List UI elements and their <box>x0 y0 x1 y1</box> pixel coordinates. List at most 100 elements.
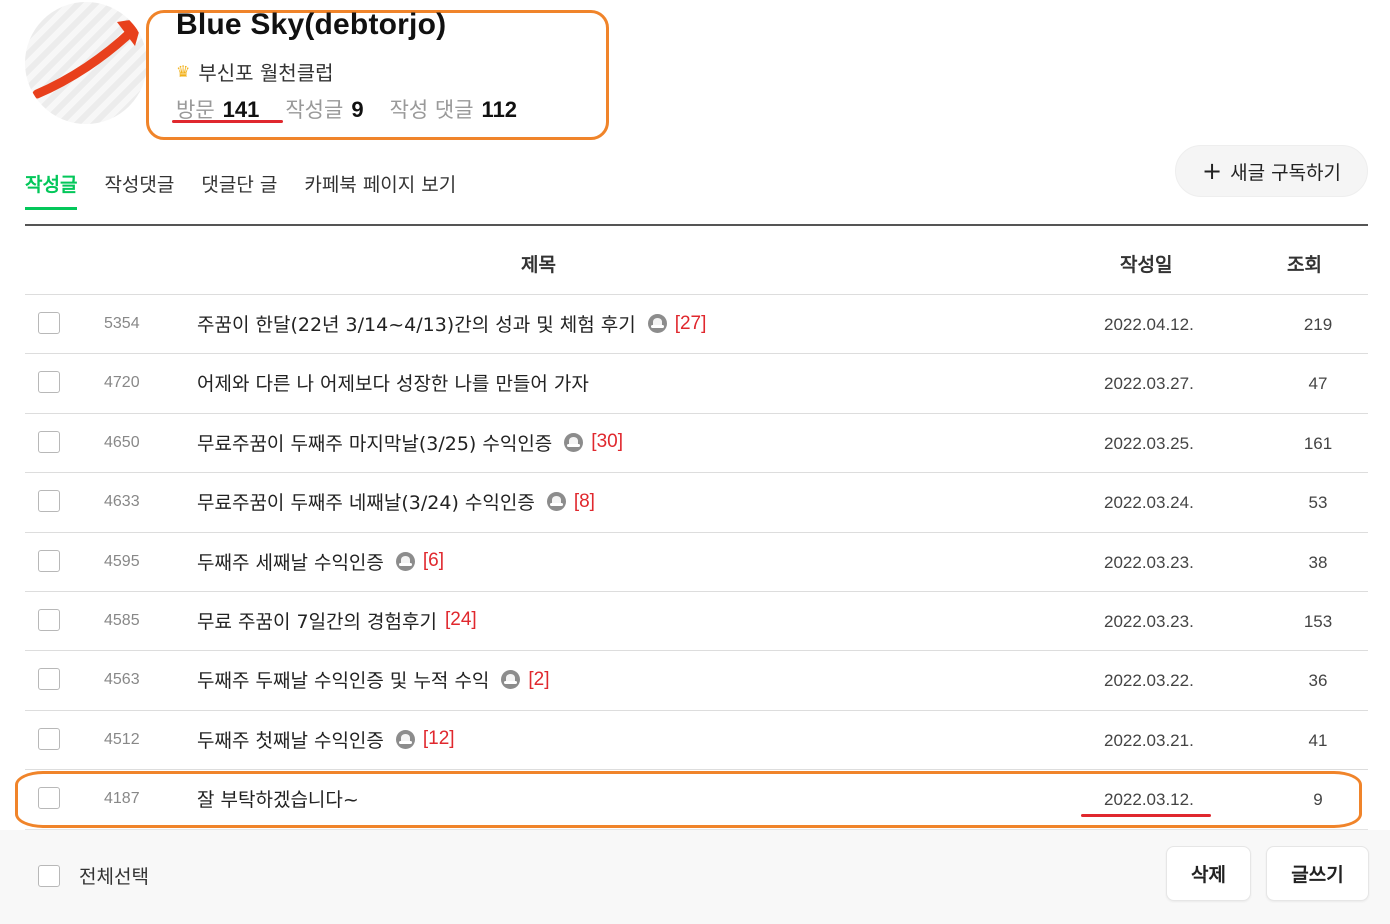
post-title: 무료주꿈이 두째주 네째날(3/24) 수익인증 <box>197 492 535 515</box>
subscribe-button[interactable]: + 새글 구독하기 <box>1175 145 1368 197</box>
post-title-link[interactable]: 어제와 다른 나 어제보다 성장한 나를 만들어 가자 <box>197 369 589 396</box>
image-attachment-icon <box>501 670 521 690</box>
table-row: 5354 주꿈이 한달(22년 3/14~4/13)간의 성과 및 체험 후기 [2… <box>25 295 1368 355</box>
red-arrow-icon <box>32 18 143 99</box>
comment-count[interactable]: [2] <box>528 669 549 691</box>
comment-count[interactable]: [12] <box>423 728 455 750</box>
tab-commented-posts[interactable]: 댓글단 글 <box>201 170 277 210</box>
view-count: 53 <box>1308 493 1328 513</box>
comment-count[interactable]: [24] <box>445 609 477 631</box>
table-row: 4720 어제와 다른 나 어제보다 성장한 나를 만들어 가자 2022.03.2… <box>25 354 1368 414</box>
stat-posts[interactable]: 작성글 9 <box>285 94 363 124</box>
tab-comments[interactable]: 작성댓글 <box>104 170 174 210</box>
comment-count[interactable]: [8] <box>574 491 595 513</box>
post-number: 4585 <box>104 611 140 629</box>
plus-icon: + <box>1201 157 1223 185</box>
stat-value: 112 <box>481 97 518 122</box>
table-row: 4595 두째주 세째날 수익인증 [6] 2022.03.23. 38 <box>25 533 1368 592</box>
row-checkbox[interactable] <box>38 490 60 513</box>
comment-count[interactable]: [30] <box>591 431 623 453</box>
view-count: 161 <box>1303 433 1333 453</box>
comment-count[interactable]: [27] <box>675 313 707 335</box>
post-title: 두째주 세째날 수익인증 <box>197 551 384 574</box>
table-row: 4585 무료 주꿈이 7일간의 경험후기 [24] 2022.03.23. 153 <box>25 592 1368 652</box>
grade-label: 부신포 월천클럽 <box>198 61 334 85</box>
table-header: 제목 작성일 조회 <box>25 226 1368 295</box>
post-title: 무료주꿈이 두째주 마지막날(3/25) 수익인증 <box>197 432 553 455</box>
row-checkbox[interactable] <box>38 608 60 631</box>
post-date: 2022.04.12. <box>1104 315 1194 334</box>
stat-value: 9 <box>351 97 364 122</box>
post-title: 주꿈이 한달(22년 3/14~4/13)간의 성과 및 체험 후기 <box>197 314 636 336</box>
tab-posts[interactable]: 작성글 <box>25 170 78 210</box>
stat-comments[interactable]: 작성 댓글 112 <box>390 94 517 124</box>
tab-bar: 작성글 작성댓글 댓글단 글 카페북 페이지 보기 <box>25 170 483 210</box>
row-checkbox[interactable] <box>38 430 60 453</box>
post-number: 4512 <box>104 730 140 748</box>
stat-label: 작성글 <box>285 98 344 122</box>
post-title: 두째주 두째날 수익인증 및 누적 수익 <box>197 670 490 693</box>
view-count: 153 <box>1303 611 1333 631</box>
subscribe-label: 새글 구독하기 <box>1230 161 1342 184</box>
post-number: 5354 <box>104 315 140 332</box>
delete-button[interactable]: 삭제 <box>1166 846 1251 901</box>
post-title-link[interactable]: 두째주 첫째날 수익인증 [12] <box>197 726 455 753</box>
view-count: 38 <box>1308 552 1328 572</box>
post-date: 2022.03.21. <box>1104 730 1194 750</box>
image-attachment-icon <box>395 729 415 749</box>
header-title: 제목 <box>521 254 556 276</box>
row-checkbox[interactable] <box>38 371 60 394</box>
table-row: 4512 두째주 첫째날 수익인증 [12] 2022.03.21. 41 <box>25 711 1368 771</box>
select-all[interactable]: 전체선택 <box>38 862 149 889</box>
view-count: 36 <box>1308 671 1328 691</box>
header-views: 조회 <box>1287 254 1322 276</box>
visits-underline-annotation <box>172 120 283 123</box>
avatar <box>25 2 147 124</box>
image-attachment-icon <box>564 432 584 452</box>
row-checkbox[interactable] <box>38 727 60 750</box>
post-title-link[interactable]: 두째주 두째날 수익인증 및 누적 수익 [2] <box>197 666 550 693</box>
date-underline-annotation <box>1081 814 1211 817</box>
post-date: 2022.03.23. <box>1104 552 1194 572</box>
select-all-checkbox[interactable] <box>38 864 60 887</box>
post-title-link[interactable]: 무료주꿈이 두째주 네째날(3/24) 수익인증 [8] <box>197 488 595 515</box>
post-date: 2022.03.27. <box>1104 374 1194 394</box>
post-list: 5354 주꿈이 한달(22년 3/14~4/13)간의 성과 및 체험 후기 [2… <box>25 295 1368 830</box>
stat-label: 방문 <box>176 98 215 122</box>
post-title: 두째주 첫째날 수익인증 <box>197 729 384 752</box>
image-attachment-icon <box>546 492 566 512</box>
profile-nickname: Blue Sky(debtorjo) <box>176 8 447 41</box>
stat-value: 141 <box>222 97 260 122</box>
view-count: 41 <box>1308 730 1328 750</box>
view-count: 219 <box>1303 315 1333 334</box>
row-checkbox[interactable] <box>38 312 60 334</box>
crown-icon: ♛ <box>176 62 191 81</box>
post-title-link[interactable]: 주꿈이 한달(22년 3/14~4/13)간의 성과 및 체험 후기 [27] <box>197 310 706 337</box>
post-title-link[interactable]: 무료주꿈이 두째주 마지막날(3/25) 수익인증 [30] <box>197 429 623 456</box>
post-title-link[interactable]: 무료 주꿈이 7일간의 경험후기 [24] <box>197 607 477 634</box>
view-count: 47 <box>1308 374 1328 394</box>
post-date: 2022.03.24. <box>1104 493 1194 513</box>
post-number: 4595 <box>104 552 140 570</box>
comment-count[interactable]: [6] <box>423 550 444 572</box>
header-date: 작성일 <box>1120 254 1173 276</box>
post-date: 2022.03.23. <box>1104 611 1194 631</box>
post-title: 무료 주꿈이 7일간의 경험후기 <box>197 610 437 633</box>
row-checkbox[interactable] <box>38 668 60 691</box>
write-button[interactable]: 글쓰기 <box>1266 846 1369 901</box>
post-date: 2022.03.22. <box>1104 671 1194 691</box>
post-date: 2022.03.25. <box>1104 433 1194 453</box>
post-number: 4633 <box>104 493 140 511</box>
image-attachment-icon <box>647 314 667 333</box>
tab-cafebook[interactable]: 카페북 페이지 보기 <box>304 170 456 210</box>
post-number: 4650 <box>104 433 140 451</box>
row-checkbox[interactable] <box>38 549 60 572</box>
post-title-link[interactable]: 두째주 세째날 수익인증 [6] <box>197 548 444 575</box>
post-title: 어제와 다른 나 어제보다 성장한 나를 만들어 가자 <box>197 373 589 396</box>
image-attachment-icon <box>395 551 415 571</box>
table-row: 4563 두째주 두째날 수익인증 및 누적 수익 [2] 2022.03.22. 36 <box>25 651 1368 711</box>
post-number: 4563 <box>104 671 140 689</box>
post-number: 4720 <box>104 374 140 392</box>
table-row: 4650 무료주꿈이 두째주 마지막날(3/25) 수익인증 [30] 2022.03… <box>25 414 1368 474</box>
profile-grade: ♛ 부신포 월천클럽 <box>176 57 334 86</box>
